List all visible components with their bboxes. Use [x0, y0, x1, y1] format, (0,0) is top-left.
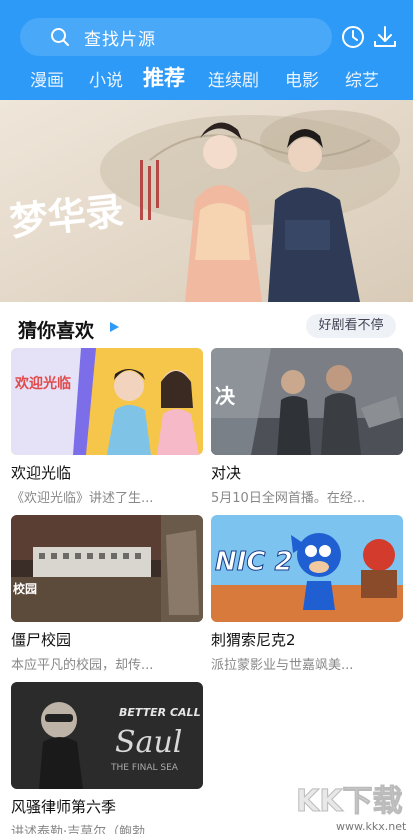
video-thumbnail: NIC 2: [211, 515, 403, 622]
video-title: 风骚律师第六季: [11, 798, 117, 816]
video-description: 派拉蒙影业与世嘉飒美...: [211, 658, 354, 673]
poster-text: 校园: [13, 581, 37, 596]
poster-text: 决: [215, 384, 236, 408]
download-icon[interactable]: [372, 24, 398, 50]
video-card[interactable]: NIC 2 刺猬索尼克2 派拉蒙影业与世嘉飒美...: [211, 515, 403, 673]
video-description: 《欢迎光临》讲述了生...: [11, 491, 154, 506]
more-shows-button[interactable]: 好剧看不停: [306, 314, 396, 338]
video-card[interactable]: BETTER CALL Saul Saul THE FINAL SEA 风骚律师…: [11, 682, 203, 834]
video-description: 本应平凡的校园，却传...: [11, 658, 154, 673]
video-description: 讲述泰勒·吉莫尔（鲍勃...: [11, 825, 158, 834]
tab-series[interactable]: 连续剧: [208, 66, 259, 91]
video-card[interactable]: 决 对决 5月10日全网首播。在经...: [211, 348, 403, 506]
poster-text: 欢迎光临: [14, 375, 71, 392]
banner-artwork: 梦华录: [0, 100, 413, 302]
tab-movies[interactable]: 电影: [285, 66, 319, 91]
tab-novels[interactable]: 小说: [89, 66, 123, 91]
play-badge-icon: [110, 322, 119, 332]
video-card[interactable]: 欢迎光临 欢迎光临 《欢迎光临》讲述了生...: [11, 348, 203, 506]
video-thumbnail: 校园: [11, 515, 203, 622]
video-title: 僵尸校园: [11, 631, 72, 649]
video-title: 欢迎光临: [11, 464, 72, 482]
search-bar[interactable]: 查找片源: [20, 18, 332, 56]
video-title: 对决: [211, 464, 242, 482]
svg-text:THE FINAL SEA: THE FINAL SEA: [110, 763, 179, 773]
video-thumbnail: 欢迎光临: [11, 348, 203, 455]
watermark-url: www.kkx.net: [336, 820, 407, 833]
video-card[interactable]: 校园 僵尸校园 本应平凡的校园，却传...: [11, 515, 203, 673]
section-title: 猜你喜欢: [18, 320, 95, 342]
history-icon[interactable]: [340, 24, 366, 50]
tab-variety[interactable]: 综艺: [345, 66, 379, 91]
video-description: 5月10日全网首播。在经...: [211, 491, 366, 506]
watermark-logo: KK下载 www.kkx.net: [296, 776, 407, 834]
search-icon: [51, 28, 69, 46]
search-placeholder: 查找片源: [84, 29, 156, 50]
video-thumbnail: BETTER CALL Saul Saul THE FINAL SEA: [11, 682, 203, 789]
video-thumbnail: 决: [211, 348, 403, 455]
tab-comics[interactable]: 漫画: [30, 66, 64, 91]
category-tabs: 漫画 小说 推荐 连续剧 电影 综艺: [0, 62, 413, 96]
tab-recommended[interactable]: 推荐: [143, 62, 185, 92]
featured-banner[interactable]: 梦华录: [0, 100, 413, 302]
svg-text:Saul: Saul: [115, 725, 182, 760]
poster-text: NIC 2: [215, 547, 293, 577]
video-title: 刺猬索尼克2: [211, 631, 296, 649]
top-header: 查找片源 漫画 小说 推荐 连续剧 电影 综艺: [0, 0, 413, 100]
watermark-text: KK下载: [296, 784, 403, 820]
poster-text: BETTER CALL Saul: [119, 706, 203, 719]
